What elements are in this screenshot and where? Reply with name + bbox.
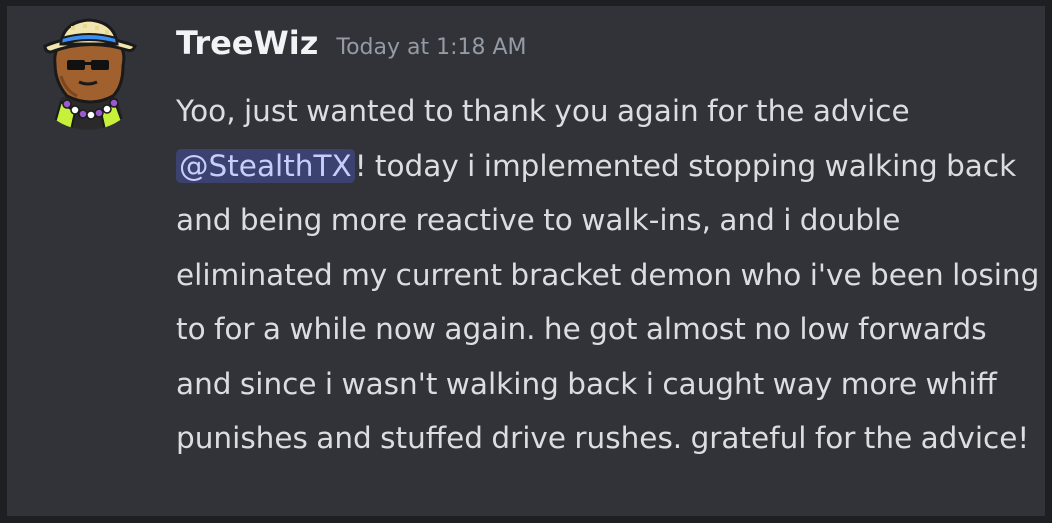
username[interactable]: TreeWiz <box>176 24 318 62</box>
avatar-image <box>43 18 137 130</box>
timestamp[interactable]: Today at 1:18 AM <box>336 35 526 60</box>
message-header: TreeWiz Today at 1:18 AM <box>176 24 527 62</box>
message-text-before: Yoo, just wanted to thank you again for … <box>176 94 910 128</box>
user-avatar[interactable] <box>31 16 145 130</box>
chat-message: TreeWiz Today at 1:18 AM Yoo, just wante… <box>7 6 1045 516</box>
user-mention[interactable]: @StealthTX <box>176 148 355 183</box>
message-content: Yoo, just wanted to thank you again for … <box>176 84 1046 466</box>
chat-frame: TreeWiz Today at 1:18 AM Yoo, just wante… <box>0 0 1052 523</box>
message-text-after: ! today i implemented stopping walking b… <box>176 148 1040 456</box>
